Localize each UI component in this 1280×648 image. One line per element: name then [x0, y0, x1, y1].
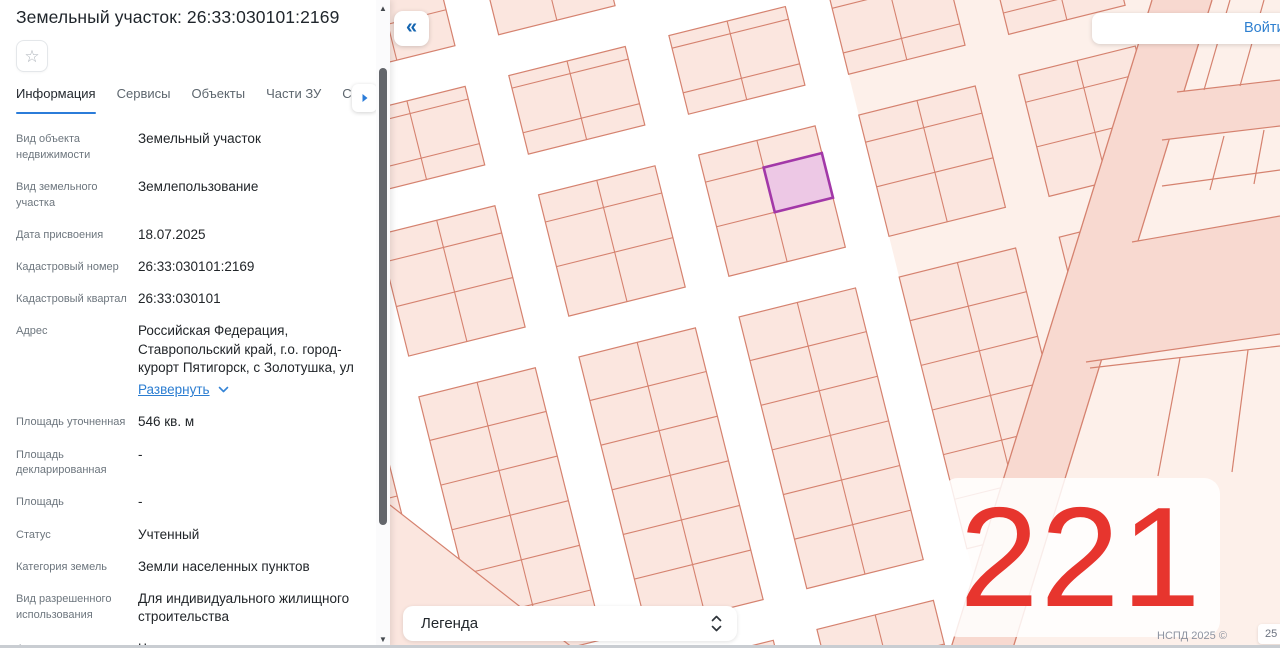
field-label: Площадь декларированная [16, 448, 107, 477]
scroll-up-icon[interactable]: ▲ [376, 4, 390, 13]
field-label: Дата присвоения [16, 228, 104, 241]
field-label: Вид разрешенного использования [16, 593, 112, 621]
object-info-panel: Земельный участок: 26:33:030101:2169 ☆ И… [0, 0, 390, 648]
field-value: Учтенный [138, 526, 200, 542]
collapse-panel-button[interactable]: « [394, 11, 429, 46]
login-button[interactable]: Войти [1092, 13, 1280, 44]
field-value: 26:33:030101:2169 [138, 258, 255, 274]
legend-toggle[interactable]: Легенда [403, 606, 737, 641]
field-label: Кадастровый номер [16, 260, 119, 273]
quarter-number: 221 [959, 477, 1203, 637]
tab-0[interactable]: Информация [16, 86, 96, 114]
field-row: Кадастровый квартал 26:33:030101 [16, 290, 362, 308]
field-label: Адрес [16, 325, 48, 338]
field-label: Статус [16, 528, 51, 541]
field-row: Вид объекта недвижимости Земельный участо… [16, 130, 362, 164]
field-value: - [138, 446, 143, 462]
field-label: Категория земель [16, 560, 107, 573]
field-row: Кадастровый номер 26:33:030101:2169 [16, 258, 362, 276]
expand-address-link[interactable]: Развернуть [138, 381, 210, 399]
field-label: Кадастровый квартал [16, 293, 127, 306]
tab-1[interactable]: Сервисы [117, 86, 171, 114]
field-value: Землепользование [138, 178, 259, 194]
field-row: Категория земель Земли населенных пунктов [16, 558, 362, 576]
field-row: Дата присвоения 18.07.2025 [16, 226, 362, 244]
field-value: Земли населенных пунктов [138, 558, 310, 574]
chevron-down-icon [218, 386, 228, 393]
field-value: 26:33:030101 [138, 291, 221, 307]
field-row: Вид разрешенного использования Для индиви… [16, 590, 362, 626]
field-value: 18.07.2025 [138, 226, 206, 242]
tabs-scroll-right-button[interactable] [352, 84, 377, 112]
tab-2[interactable]: Объекты [191, 86, 245, 114]
scrollbar-thumb[interactable] [379, 68, 387, 525]
field-row: Площадь - [16, 493, 362, 511]
field-row: Адрес Российская Федерация, Ставропольски… [16, 322, 362, 399]
field-row: Площадь декларированная - [16, 446, 362, 480]
map-attribution: НСПД 2025 © [1157, 630, 1227, 642]
scale-value: 25 [1265, 628, 1278, 640]
field-list: Вид объекта недвижимости Земельный участо… [16, 130, 362, 648]
scale-control[interactable]: 25 [1258, 624, 1280, 644]
field-label: Вид земельного участка [16, 180, 98, 209]
field-value: 546 кв. м [138, 414, 195, 430]
field-value: Российская Федерация, Ставропольский кра… [138, 322, 362, 399]
quarter-number-overlay: 221 [942, 478, 1220, 637]
field-row: Площадь уточненная 546 кв. м [16, 413, 362, 431]
field-value: - [138, 494, 143, 510]
field-row: Вид земельного участка Землепользование [16, 178, 362, 212]
field-label: Площадь [16, 496, 64, 509]
chevron-right-icon [362, 94, 367, 102]
favorite-button[interactable]: ☆ [16, 40, 48, 72]
login-label: Войти [1244, 20, 1280, 36]
page-title: Земельный участок: 26:33:030101:2169 [16, 7, 340, 27]
tab-3[interactable]: Части ЗУ [266, 86, 321, 114]
field-value: Для индивидуального жилищного строительс… [138, 591, 350, 625]
field-row: Статус Учтенный [16, 526, 362, 544]
panel-scrollbar[interactable]: ▲ ▼ [376, 0, 390, 648]
field-label: Вид объекта недвижимости [16, 133, 91, 161]
field-label: Площадь уточненная [16, 416, 126, 429]
scroll-down-icon[interactable]: ▼ [376, 635, 390, 644]
star-icon: ☆ [24, 46, 40, 66]
legend-label: Легенда [421, 615, 479, 632]
field-value: Земельный участок [138, 131, 261, 146]
expand-collapse-icon [711, 615, 722, 632]
tab-bar: ИнформацияСервисыОбъектыЧасти ЗУСостав Е… [16, 86, 388, 114]
double-chevron-left-icon: « [405, 15, 418, 38]
